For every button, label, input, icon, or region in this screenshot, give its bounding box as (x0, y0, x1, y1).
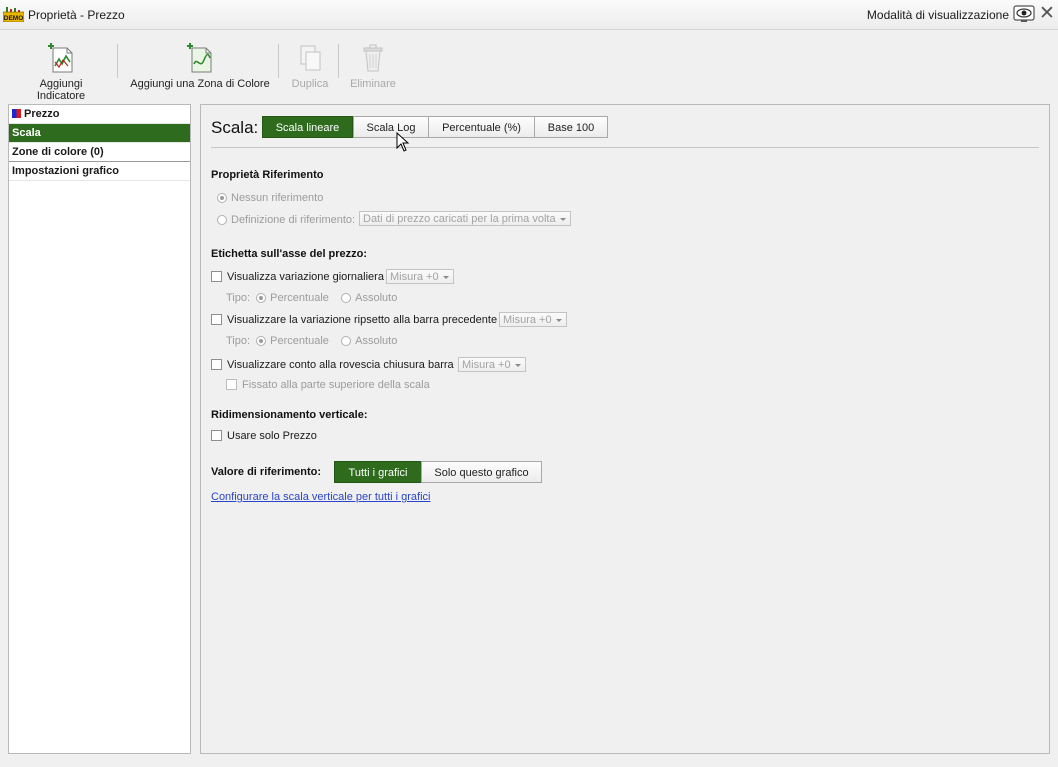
all-charts-button[interactable]: Tutti i grafici (334, 461, 422, 483)
resize-heading: Ridimensionamento verticale: (211, 409, 368, 421)
window-title: Proprietà - Prezzo (28, 8, 125, 22)
sidebar-item-scala[interactable]: Scala (9, 124, 190, 143)
reference-definition-label: Definizione di riferimento: (231, 214, 356, 226)
eye-icon[interactable] (1013, 5, 1035, 23)
sidebar-item-label: Scala (12, 127, 41, 139)
percent-label: Percentuale (270, 292, 329, 304)
measure-value: Misura +0 (458, 357, 526, 372)
toolbar-separator (278, 44, 279, 78)
sidebar: Prezzo Scala Zone di colore (0) Impostaz… (8, 104, 191, 754)
prev-bar-type-row: Tipo: Percentuale Assoluto (226, 335, 397, 347)
daily-change-label: Visualizza variazione giornaliera (227, 271, 384, 283)
duplicate-label: Duplica (291, 78, 329, 90)
view-mode-label[interactable]: Modalità di visualizzazione (867, 8, 1009, 22)
radio-icon (341, 293, 352, 303)
percent-label: Percentuale (270, 335, 329, 347)
reference-definition-dropdown[interactable]: Dati di prezzo caricati per la prima vol… (359, 211, 571, 226)
scale-label: Scala: (211, 118, 259, 137)
checkbox-icon (211, 314, 222, 325)
absolute-label: Assoluto (355, 335, 398, 347)
demo-app-icon: DEMO (3, 7, 24, 22)
scale-linear-button[interactable]: Scala lineare (262, 116, 353, 138)
add-indicator-icon (48, 43, 73, 73)
sidebar-item-chart-settings[interactable]: Impostazioni grafico (9, 162, 190, 181)
sidebar-item-color-zones[interactable]: Zone di colore (0) (9, 143, 190, 162)
prev-bar-measure-dropdown[interactable]: Misura +0 (499, 312, 567, 327)
title-bar: DEMO Proprietà - Prezzo Modalità di visu… (0, 0, 1058, 30)
countdown-measure-dropdown[interactable]: Misura +0 (458, 357, 526, 372)
add-color-zone-icon (187, 43, 212, 73)
sidebar-item-label: Prezzo (24, 108, 60, 120)
axis-label-heading: Etichetta sull'asse del prezzo: (211, 248, 368, 260)
countdown-checkbox[interactable]: Visualizzare conto alla rovescia chiusur… (211, 359, 454, 371)
absolute-radio[interactable]: Assoluto (341, 292, 397, 304)
no-reference-label: Nessun riferimento (231, 192, 324, 204)
prev-bar-change-checkbox[interactable]: Visualizzare la variazione ripsetto alla… (211, 314, 497, 326)
duplicate-button[interactable]: Duplica (286, 42, 334, 90)
checkbox-icon (211, 271, 222, 282)
sidebar-item-prezzo[interactable]: Prezzo (9, 105, 190, 124)
add-indicator-label: Aggiungi Indicatore (36, 78, 86, 102)
radio-icon (341, 336, 352, 346)
percent-radio[interactable]: Percentuale (256, 335, 329, 347)
duplicate-icon (300, 45, 321, 71)
type-label: Tipo: (226, 335, 251, 347)
checkbox-icon (226, 379, 237, 390)
radio-icon (256, 293, 267, 303)
checkbox-icon (211, 359, 222, 370)
toolbar-separator (338, 44, 339, 78)
scale-log-button[interactable]: Scala Log (353, 116, 429, 138)
mouse-cursor-icon (396, 132, 410, 152)
radio-icon (217, 215, 227, 225)
add-color-zone-button[interactable]: Aggiungi una Zona di Colore (130, 42, 270, 90)
fixed-top-checkbox[interactable]: Fissato alla parte superiore della scala (226, 379, 430, 391)
add-indicator-button[interactable]: Aggiungi Indicatore (14, 42, 108, 102)
daily-change-type-row: Tipo: Percentuale Assoluto (226, 292, 397, 304)
reference-definition-radio[interactable]: Definizione di riferimento: (217, 214, 355, 226)
main-panel: Scala: Scala lineare Scala Log Percentua… (200, 104, 1050, 754)
close-icon[interactable]: ✕ (1039, 4, 1055, 23)
measure-value: Misura +0 (499, 312, 567, 327)
absolute-label: Assoluto (355, 292, 398, 304)
countdown-label: Visualizzare conto alla rovescia chiusur… (227, 359, 454, 371)
sidebar-item-label: Zone di colore (0) (12, 146, 104, 158)
sidebar-item-label: Impostazioni grafico (12, 165, 119, 177)
radio-icon (256, 336, 267, 346)
no-reference-radio[interactable]: Nessun riferimento (217, 192, 323, 204)
radio-icon (217, 193, 227, 203)
demo-badge: DEMO (4, 15, 24, 22)
reference-definition-value: Dati di prezzo caricati per la prima vol… (359, 211, 571, 226)
checkbox-icon (211, 430, 222, 441)
price-only-label: Usare solo Prezzo (227, 430, 317, 442)
add-color-zone-label: Aggiungi una Zona di Colore (130, 78, 270, 90)
reference-heading: Proprietà Riferimento (211, 169, 324, 181)
configure-scale-link[interactable]: Configurare la scala verticale per tutti… (211, 491, 430, 503)
price-only-checkbox[interactable]: Usare solo Prezzo (211, 430, 317, 442)
type-label: Tipo: (226, 292, 251, 304)
delete-button[interactable]: Eliminare (346, 42, 400, 90)
fixed-top-label: Fissato alla parte superiore della scala (242, 379, 430, 391)
daily-change-checkbox[interactable]: Visualizza variazione giornaliera (211, 271, 384, 283)
scale-percent-button[interactable]: Percentuale (%) (428, 116, 535, 138)
delete-label: Eliminare (350, 78, 396, 90)
this-chart-only-button[interactable]: Solo questo grafico (421, 461, 542, 483)
toolbar: Aggiungi Indicatore Aggiungi una Zona di… (0, 30, 1058, 102)
absolute-radio[interactable]: Assoluto (341, 335, 397, 347)
flag-icon (12, 109, 21, 118)
toolbar-separator (117, 44, 118, 78)
prev-bar-change-label: Visualizzare la variazione ripsetto alla… (227, 314, 498, 326)
scale-base100-button[interactable]: Base 100 (534, 116, 608, 138)
measure-value: Misura +0 (386, 269, 454, 284)
divider (211, 147, 1039, 148)
daily-change-measure-dropdown[interactable]: Misura +0 (386, 269, 454, 284)
trash-icon (363, 44, 383, 72)
percent-radio[interactable]: Percentuale (256, 292, 329, 304)
ref-value-label: Valore di riferimento: (211, 466, 322, 478)
